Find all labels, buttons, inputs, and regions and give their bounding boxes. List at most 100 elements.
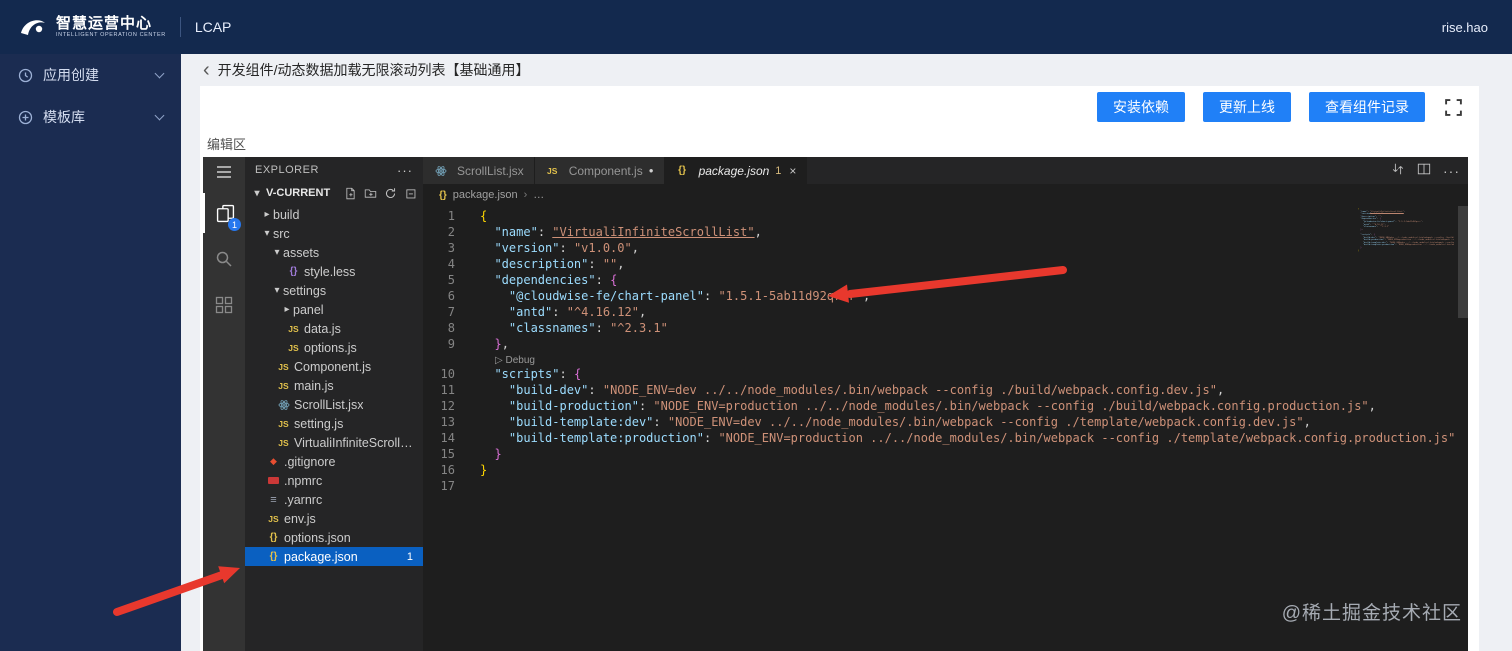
update-online-button[interactable]: 更新上线 [1203, 92, 1291, 122]
tree-folder-build[interactable]: ▸ build [245, 205, 423, 224]
collapse-all-icon[interactable] [404, 187, 417, 200]
code-line: 13 "build-template:dev": "NODE_ENV=dev .… [440, 415, 1311, 429]
action-buttons: 安装依赖 更新上线 查看组件记录 [1097, 92, 1463, 122]
code-line: 10 "scripts": { [440, 367, 582, 381]
new-file-icon[interactable] [344, 187, 357, 200]
view-component-records-button[interactable]: 查看组件记录 [1309, 92, 1425, 122]
tab-problem-badge: 1 [775, 164, 782, 177]
tree-file-options.js[interactable]: JS options.js [245, 338, 423, 357]
tree-folder-assets[interactable]: ▾ assets [245, 243, 423, 262]
fullscreen-icon[interactable] [1443, 97, 1463, 117]
brand-logo-icon [18, 14, 48, 40]
brand-title: 智慧运营中心 [56, 14, 153, 32]
chevron-down-icon: ▾ [274, 247, 280, 258]
js-file-icon: JS [546, 165, 558, 176]
top-header: 智慧运营中心 INTELLIGENT OPERATION CENTER LCAP… [0, 0, 1512, 54]
react-file-icon [276, 399, 291, 411]
search-icon[interactable] [203, 239, 245, 279]
react-file-icon [433, 165, 448, 177]
code-area[interactable]: 1{2 "name": "VirtualiInfiniteScrollList"… [423, 206, 1468, 651]
code-line: 5 "dependencies": { [447, 273, 618, 287]
refresh-icon[interactable] [384, 187, 397, 200]
breadcrumb: ‹ 开发组件/动态数据加载无限滚动列表【基础通用】 [203, 60, 530, 80]
tree-file-ScrollList.jsx[interactable]: ScrollList.jsx [245, 395, 423, 414]
code-line: 1{ [447, 209, 488, 223]
product-name: LCAP [194, 19, 232, 35]
tree-file-Component.js[interactable]: JS Component.js [245, 357, 423, 376]
tree-file-main.js[interactable]: JS main.js [245, 376, 423, 395]
editor-tab-ScrollList.jsx[interactable]: ScrollList.jsx [423, 157, 535, 184]
tree-file-.npmrc[interactable]: .npmrc [245, 471, 423, 490]
code-line: 6 "@cloudwise-fe/chart-panel": "1.5.1-5a… [447, 289, 871, 303]
brand-subtitle: INTELLIGENT OPERATION CENTER [56, 32, 166, 39]
tree-file-package.json[interactable]: {} package.json 1 [245, 547, 423, 566]
explorer-title: EXPLORER [255, 164, 319, 176]
username[interactable]: rise.hao [1442, 20, 1488, 35]
activity-bar: 1 [203, 157, 245, 651]
components-icon[interactable] [203, 285, 245, 325]
install-deps-button[interactable]: 安装依赖 [1097, 92, 1185, 122]
npm-file-icon [266, 477, 281, 484]
explorer-more-icon[interactable]: ··· [397, 163, 413, 178]
chevron-down-icon: ▾ [254, 187, 260, 199]
code-line: 9 }, [447, 337, 509, 351]
editor-more-icon[interactable]: ··· [1443, 163, 1460, 179]
js-file-icon: JS [278, 380, 289, 391]
tree-file-options.json[interactable]: {} options.json [245, 528, 423, 547]
tree-folder-src[interactable]: ▾ src [245, 224, 423, 243]
code-line: 14 "build-template:production": "NODE_EN… [440, 431, 1456, 445]
open-changes-icon[interactable] [1391, 162, 1405, 179]
less-file-icon: {} [289, 266, 298, 277]
yarn-file-icon: ≡ [270, 493, 277, 506]
minimap[interactable]: { "name": "VirtualiInfiniteScrollList", … [1358, 208, 1454, 328]
codelens-debug[interactable]: ▷ Debug [495, 355, 535, 366]
editor-tab-package.json[interactable]: {} package.json 1 × [664, 157, 808, 184]
app-create-icon [18, 68, 33, 83]
code-line: 7 "antd": "^4.16.12", [447, 305, 647, 319]
json-file-icon: {} [269, 532, 278, 543]
back-icon[interactable]: ‹ [203, 60, 210, 80]
tree-file-setting.js[interactable]: JS setting.js [245, 414, 423, 433]
git-file-icon: ◆ [270, 456, 277, 466]
json-file-icon: {} [439, 189, 447, 201]
js-file-icon: JS [278, 361, 289, 372]
template-library-icon [18, 110, 33, 125]
chevron-down-icon: ▾ [264, 228, 270, 239]
menu-icon[interactable] [203, 157, 245, 187]
tree-file-VirtualiInfiniteScrollList.js[interactable]: JSVirtualiInfiniteScrollList.js [245, 433, 423, 452]
code-line: 17 [440, 479, 455, 493]
sidebar-item-app-create[interactable]: 应用创建 [0, 54, 181, 96]
editor-zone: ScrollList.jsx JS Component.js ●{} package.j… [423, 157, 1468, 651]
tree-file-env.js[interactable]: JS env.js [245, 509, 423, 528]
tree-file-data.js[interactable]: JS data.js [245, 319, 423, 338]
scrollbar-thumb[interactable] [1458, 206, 1468, 318]
tree-file-.gitignore[interactable]: ◆ .gitignore [245, 452, 423, 471]
header-divider [179, 17, 181, 37]
scrollbar [1458, 206, 1468, 651]
chevron-down-icon [154, 68, 165, 78]
change-count-badge: 1 [406, 550, 413, 563]
editor-tab-Component.js[interactable]: JS Component.js ● [534, 157, 665, 184]
changes-count-badge: 1 [228, 218, 241, 231]
new-folder-icon[interactable] [364, 187, 377, 200]
modified-dot-icon: ● [648, 166, 654, 175]
sidebar-item-label: 模板库 [43, 109, 85, 125]
json-file-icon: {} [269, 551, 278, 562]
explorer-icon[interactable]: 1 [203, 193, 245, 233]
tree-folder-panel[interactable]: ▸ panel [245, 300, 423, 319]
split-editor-icon[interactable] [1417, 162, 1431, 179]
sidebar-item-template-library[interactable]: 模板库 [0, 96, 181, 138]
code-line: 16} [440, 463, 488, 477]
code-lines: 1{2 "name": "VirtualiInfiniteScrollList"… [423, 208, 1468, 494]
editor-breadcrumb[interactable]: {} package.json › … [423, 184, 1468, 206]
tree-file-style.less[interactable]: {} style.less [245, 262, 423, 281]
file-tree: ▸ build ▾ src ▾ assets{} style.less ▾ settings ▸ p… [245, 205, 423, 566]
code-line: 15 } [440, 447, 502, 461]
js-file-icon: JS [268, 513, 279, 524]
tree-root-v-current[interactable]: ▾ V-CURRENT [245, 183, 423, 203]
editor-area-label: 编辑区 [207, 137, 247, 152]
chevron-down-icon [154, 110, 165, 120]
close-tab-icon[interactable]: × [789, 164, 796, 178]
tree-folder-settings[interactable]: ▾ settings [245, 281, 423, 300]
tree-file-.yarnrc[interactable]: ≡ .yarnrc [245, 490, 423, 509]
